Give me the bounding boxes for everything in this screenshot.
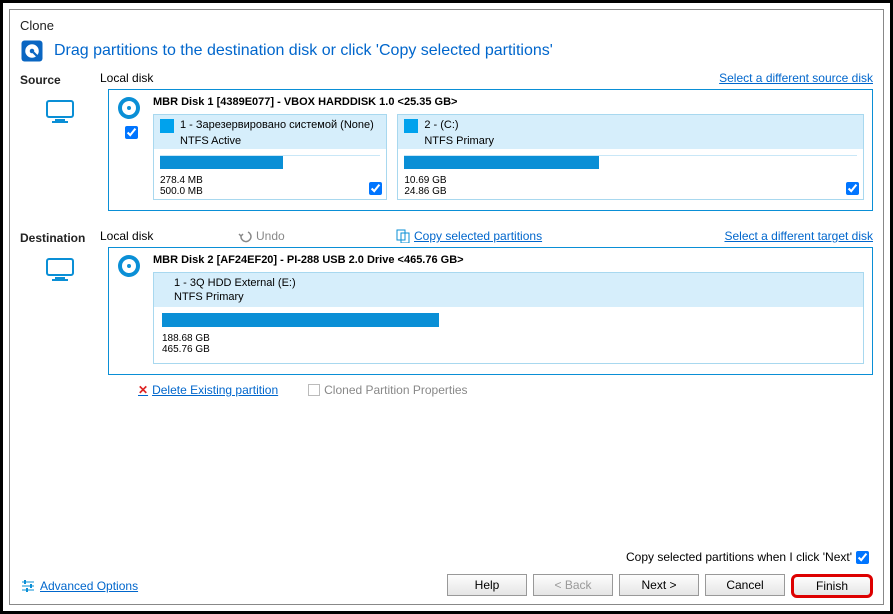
source-partition-1[interactable]: 1 - Зарезервировано системой (None) NTFS… bbox=[153, 114, 387, 200]
clone-disk-icon bbox=[20, 39, 44, 63]
source-disk-area: MBR Disk 1 [4389E077] - VBOX HARDDISK 1.… bbox=[20, 89, 873, 211]
undo-icon bbox=[238, 229, 252, 243]
checkbox-icon bbox=[308, 384, 320, 396]
x-icon: ✕ bbox=[138, 383, 148, 397]
source-label: Source bbox=[20, 71, 100, 89]
dest-disk-box: MBR Disk 2 [AF24EF20] - PI-288 USB 2.0 D… bbox=[108, 247, 873, 375]
source-local-label: Local disk bbox=[100, 71, 719, 85]
partition-fs: NTFS Primary bbox=[398, 135, 863, 149]
help-button[interactable]: Help bbox=[447, 574, 527, 596]
source-disk-checkbox[interactable] bbox=[125, 126, 138, 139]
partition-sizes: 10.69 GB24.86 GB bbox=[398, 173, 863, 199]
destination-section: Destination Local disk Undo Copy selecte… bbox=[20, 229, 873, 247]
cancel-button[interactable]: Cancel bbox=[705, 574, 785, 596]
select-target-link[interactable]: Select a different target disk bbox=[724, 229, 873, 243]
dest-local-label: Local disk bbox=[100, 229, 220, 243]
header-text: Drag partitions to the destination disk … bbox=[54, 42, 553, 60]
partition-fs: NTFS Active bbox=[154, 135, 386, 149]
monitor-icon bbox=[45, 99, 75, 125]
delete-partition-link[interactable]: ✕ Delete Existing partition bbox=[138, 383, 278, 397]
advanced-options-link[interactable]: Advanced Options bbox=[40, 579, 138, 593]
hdd-icon bbox=[117, 254, 141, 278]
bottom-bar: Advanced Options Help < Back Next > Canc… bbox=[20, 574, 873, 598]
windows-icon bbox=[404, 119, 418, 133]
usage-bar bbox=[162, 313, 855, 327]
windows-icon bbox=[160, 119, 174, 133]
source-section: Source Local disk Select a different sou… bbox=[20, 71, 873, 89]
source-partition-2[interactable]: 2 - (C:) NTFS Primary 10.69 GB24.86 GB bbox=[397, 114, 864, 200]
source-disk-title: MBR Disk 1 [4389E077] - VBOX HARDDISK 1.… bbox=[153, 96, 864, 108]
partition-label: 2 - (C:) bbox=[424, 119, 458, 131]
usage-bar bbox=[404, 155, 857, 169]
copy-on-next-label: Copy selected partitions when I click 'N… bbox=[626, 550, 852, 564]
dest-actions: ✕ Delete Existing partition Cloned Parti… bbox=[128, 383, 873, 397]
copy-on-next-option[interactable]: Copy selected partitions when I click 'N… bbox=[626, 550, 869, 564]
dest-disk-title: MBR Disk 2 [AF24EF20] - PI-288 USB 2.0 D… bbox=[153, 254, 864, 266]
copy-partitions-link[interactable]: Copy selected partitions bbox=[414, 229, 542, 243]
partition-label: 1 - 3Q HDD External (E:) bbox=[154, 273, 863, 291]
finish-button[interactable]: Finish bbox=[791, 574, 873, 598]
partition-checkbox[interactable] bbox=[846, 182, 859, 195]
cloned-properties: Cloned Partition Properties bbox=[308, 383, 467, 397]
select-source-link[interactable]: Select a different source disk bbox=[719, 71, 873, 85]
hdd-icon bbox=[117, 96, 141, 120]
header-banner: Drag partitions to the destination disk … bbox=[20, 39, 873, 63]
usage-bar bbox=[160, 155, 380, 169]
partition-checkbox[interactable] bbox=[369, 182, 382, 195]
undo-button[interactable]: Undo bbox=[238, 229, 378, 243]
source-disk-box: MBR Disk 1 [4389E077] - VBOX HARDDISK 1.… bbox=[108, 89, 873, 211]
dest-partition[interactable]: 1 - 3Q HDD External (E:) NTFS Primary 18… bbox=[153, 272, 864, 364]
dest-disk-area: MBR Disk 2 [AF24EF20] - PI-288 USB 2.0 D… bbox=[20, 247, 873, 375]
back-button[interactable]: < Back bbox=[533, 574, 613, 596]
next-button[interactable]: Next > bbox=[619, 574, 699, 596]
partition-fs: NTFS Primary bbox=[154, 291, 863, 307]
monitor-icon bbox=[45, 257, 75, 283]
partition-sizes: 188.68 GB465.76 GB bbox=[154, 331, 863, 357]
copy-on-next-checkbox[interactable] bbox=[856, 551, 869, 564]
sliders-icon bbox=[20, 578, 36, 594]
partition-label: 1 - Зарезервировано системой (None) bbox=[180, 119, 374, 131]
copy-icon bbox=[396, 229, 410, 243]
partition-sizes: 278.4 MB500.0 MB bbox=[154, 173, 386, 199]
window-title: Clone bbox=[20, 18, 873, 33]
destination-label: Destination bbox=[20, 229, 100, 247]
